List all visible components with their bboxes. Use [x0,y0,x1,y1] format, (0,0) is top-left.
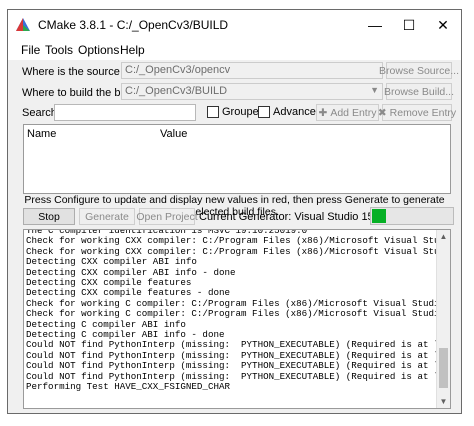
window-title: CMake 3.8.1 - C:/_OpenCv3/BUILD [38,18,229,32]
close-icon: ✕ [437,16,449,33]
output-scrollbar[interactable]: ▲ ▼ [436,230,450,408]
source-path-field[interactable]: C:/_OpenCv3/opencv [121,62,383,79]
cmake-app-icon [16,18,30,31]
menu-file[interactable]: File [21,43,40,57]
cmake-window: CMake 3.8.1 - C:/_OpenCv3/BUILD — ☐ ✕ Fi… [7,9,462,414]
scroll-down-icon[interactable]: ▼ [437,395,450,408]
column-header-name[interactable]: Name [27,128,56,140]
output-log-line: Performing Test HAVE_CXX_FSIGNED_CHAR [26,381,230,393]
output-log-text: The C compiler identification is MSVC 19… [26,230,436,393]
maximize-icon: ☐ [402,16,416,33]
grouped-checkbox[interactable] [207,106,219,118]
stop-button[interactable]: Stop [23,208,75,225]
search-input[interactable] [54,104,196,121]
browse-source-button[interactable]: Browse Source... [379,62,459,79]
output-log[interactable]: The C compiler identification is MSVC 19… [23,229,451,409]
build-path-combobox[interactable]: C:/_OpenCv3/BUILD ▼ [121,83,383,100]
generate-button[interactable]: Generate [79,208,135,225]
menu-bar: File Tools Options Help [8,40,461,60]
scroll-up-icon[interactable]: ▲ [437,230,450,243]
column-header-value[interactable]: Value [160,128,187,140]
browse-build-button[interactable]: Browse Build... [384,83,454,100]
remove-entry-button[interactable]: ✖ Remove Entry [378,104,456,121]
cache-entries-table[interactable]: Name Value [23,124,451,194]
maximize-button[interactable]: ☐ [392,10,426,40]
build-path-value: C:/_OpenCv3/BUILD [125,85,228,97]
plus-icon: ✚ [318,106,328,119]
remove-entry-label: Remove Entry [389,106,457,119]
advanced-checkbox[interactable] [258,106,270,118]
progress-fill [372,209,387,223]
open-project-button[interactable]: Open Project [136,208,198,225]
menu-options[interactable]: Options [78,43,119,57]
menu-tools[interactable]: Tools [45,43,73,57]
progress-bar [370,207,454,225]
menu-help[interactable]: Help [120,43,145,57]
close-button[interactable]: ✕ [426,10,460,40]
title-bar[interactable]: CMake 3.8.1 - C:/_OpenCv3/BUILD — ☐ ✕ [8,10,461,40]
minimize-icon: — [368,17,382,33]
add-entry-button[interactable]: ✚ Add Entry [316,104,379,121]
chevron-down-icon: ▼ [370,85,379,95]
add-entry-label: Add Entry [330,106,377,119]
minimize-button[interactable]: — [358,10,392,40]
remove-icon: ✖ [377,106,387,119]
scrollbar-thumb[interactable] [439,348,448,388]
advanced-label: Advanced [273,106,322,118]
